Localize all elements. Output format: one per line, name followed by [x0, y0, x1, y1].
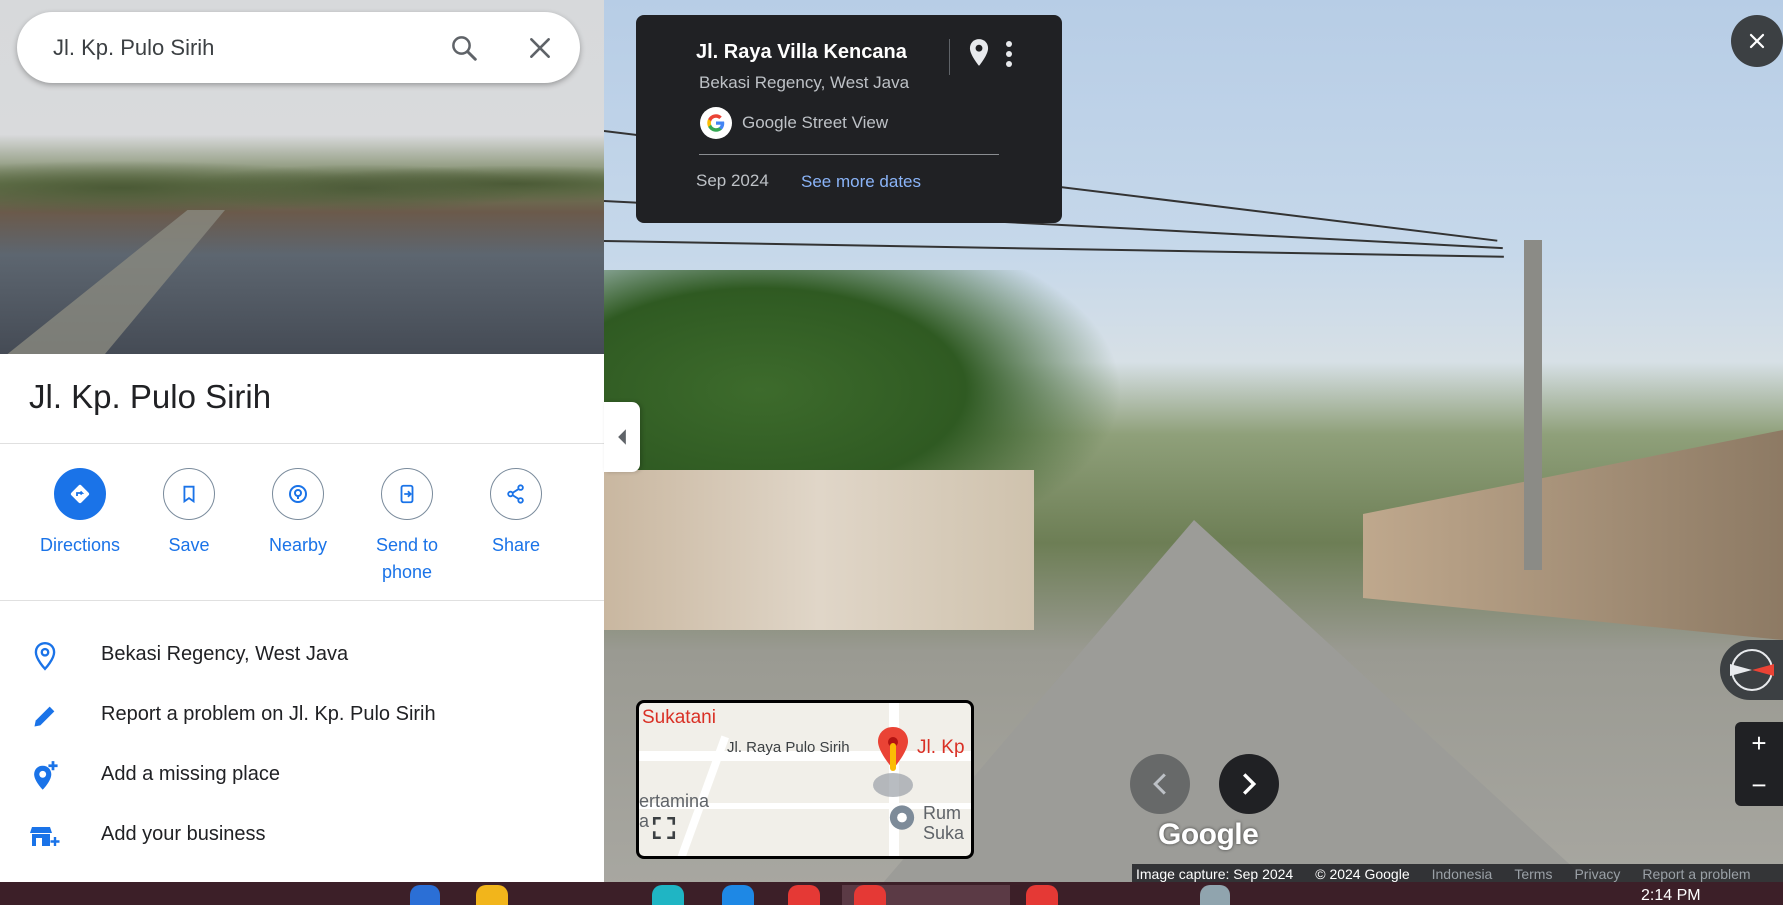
place-panel: Jl. Kp. Pulo Sirih Directions Save Nearb… — [0, 0, 604, 882]
search-input[interactable] — [51, 28, 435, 68]
map-label: Sukatani — [642, 707, 716, 728]
address-text: Bekasi Regency, West Java — [101, 643, 349, 665]
chevron-right-icon — [1243, 773, 1257, 795]
privacy-link[interactable]: Privacy — [1574, 866, 1620, 882]
expand-icon[interactable] — [651, 815, 677, 846]
send-to-phone-icon — [381, 468, 433, 520]
card-separator — [949, 39, 950, 75]
map-label: ertamina — [639, 791, 710, 811]
more-options-icon[interactable] — [1004, 39, 1014, 74]
streetview-subtitle: Bekasi Regency, West Java — [699, 73, 910, 92]
map-label: Rum — [923, 803, 962, 823]
add-missing-place-text: Add a missing place — [101, 763, 280, 785]
add-place-icon — [30, 761, 60, 791]
place-title: Jl. Kp. Pulo Sirih — [29, 378, 272, 415]
compass-icon — [1730, 649, 1774, 691]
add-business-text: Add your business — [101, 823, 266, 845]
directions-label: Directions — [39, 535, 121, 555]
chevron-left-icon — [618, 429, 626, 445]
map-label: Jl. Kp — [917, 737, 965, 758]
taskbar — [0, 882, 1783, 905]
collapse-panel-button[interactable] — [604, 402, 640, 472]
divider — [0, 600, 604, 601]
country-link[interactable]: Indonesia — [1432, 866, 1493, 882]
report-problem-text: Report a problem on Jl. Kp. Pulo Sirih — [101, 703, 436, 725]
nearby-button[interactable]: Nearby — [243, 468, 353, 559]
add-missing-place-row[interactable]: Add a missing place — [0, 747, 604, 805]
compass-button[interactable] — [1720, 640, 1783, 700]
utility-pole-decoration — [1524, 240, 1542, 570]
nearby-label: Nearby — [268, 535, 328, 555]
directions-button[interactable]: Directions — [25, 468, 135, 559]
copyright-text: © 2024 Google — [1315, 866, 1410, 882]
photo-trees — [0, 140, 604, 220]
save-button[interactable]: Save — [134, 468, 244, 559]
location-pin-icon[interactable] — [966, 37, 992, 74]
divider — [0, 443, 604, 444]
current-location-pin-icon — [871, 725, 915, 804]
minimap[interactable]: Sukatani Jl. Raya Pulo Sirih Jl. Kp erta… — [636, 700, 974, 859]
taskbar-app-icon[interactable] — [652, 885, 684, 905]
action-bar: Directions Save Nearby Send to phone Sha… — [0, 468, 604, 588]
streetview-source: Google Street View — [742, 113, 889, 132]
add-business-row[interactable]: Add your business — [0, 807, 604, 865]
map-label: Suka — [923, 823, 965, 843]
report-problem-row[interactable]: Report a problem on Jl. Kp. Pulo Sirih — [0, 687, 604, 745]
zoom-in-button[interactable]: + — [1735, 722, 1783, 764]
terms-link[interactable]: Terms — [1514, 866, 1552, 882]
share-label: Share — [491, 535, 541, 555]
zoom-controls: + − — [1735, 722, 1783, 806]
search-box — [17, 12, 580, 83]
add-business-icon — [30, 821, 60, 851]
chrome-icon[interactable] — [788, 885, 820, 905]
search-icon[interactable] — [446, 30, 482, 66]
address-row[interactable]: Bekasi Regency, West Java — [0, 627, 604, 685]
share-button[interactable]: Share — [461, 468, 571, 559]
report-problem-link[interactable]: Report a problem — [1642, 866, 1750, 882]
close-icon[interactable] — [522, 30, 558, 66]
poi-marker-icon — [887, 803, 917, 842]
zoom-out-button[interactable]: − — [1735, 764, 1783, 806]
close-streetview-button[interactable] — [1731, 15, 1783, 67]
chevron-left-icon — [1153, 773, 1166, 795]
taskbar-app-icon[interactable] — [1200, 885, 1230, 905]
previous-arrow-button[interactable] — [1130, 754, 1190, 814]
directions-icon — [54, 468, 106, 520]
nearby-icon — [272, 468, 324, 520]
bookmark-icon — [163, 468, 215, 520]
send-to-phone-button[interactable]: Send to phone — [352, 468, 462, 586]
close-icon — [1749, 33, 1765, 49]
chrome-icon[interactable] — [854, 885, 886, 905]
photo-path — [0, 210, 225, 354]
taskbar-app-icon[interactable] — [722, 885, 754, 905]
streetview-info-card: Jl. Raya Villa Kencana Bekasi Regency, W… — [636, 15, 1062, 223]
google-wordmark: Google — [1158, 818, 1259, 851]
send-to-phone-label: Send to phone — [375, 535, 439, 582]
share-icon — [490, 468, 542, 520]
attribution-bar: Image capture: Sep 2024 © 2024 Google In… — [1132, 864, 1783, 884]
map-label: a — [639, 811, 650, 831]
capture-date: Sep 2024 — [696, 171, 769, 190]
taskbar-app-icon[interactable] — [410, 885, 440, 905]
location-pin-icon — [30, 641, 60, 671]
chrome-icon[interactable] — [1026, 885, 1058, 905]
map-label: Jl. Raya Pulo Sirih — [727, 739, 850, 756]
image-capture-text: Image capture: Sep 2024 — [1136, 866, 1294, 882]
next-arrow-button[interactable] — [1219, 754, 1279, 814]
folder-icon[interactable] — [476, 885, 508, 905]
see-more-dates-link[interactable]: See more dates — [801, 172, 921, 192]
google-logo-icon — [700, 107, 732, 139]
wire-decoration — [604, 240, 1504, 258]
save-label: Save — [168, 535, 210, 555]
pencil-icon — [30, 701, 60, 731]
taskbar-clock[interactable]: 2:14 PM — [1641, 887, 1701, 905]
streetview-title: Jl. Raya Villa Kencana — [696, 41, 907, 63]
card-divider — [699, 154, 999, 155]
